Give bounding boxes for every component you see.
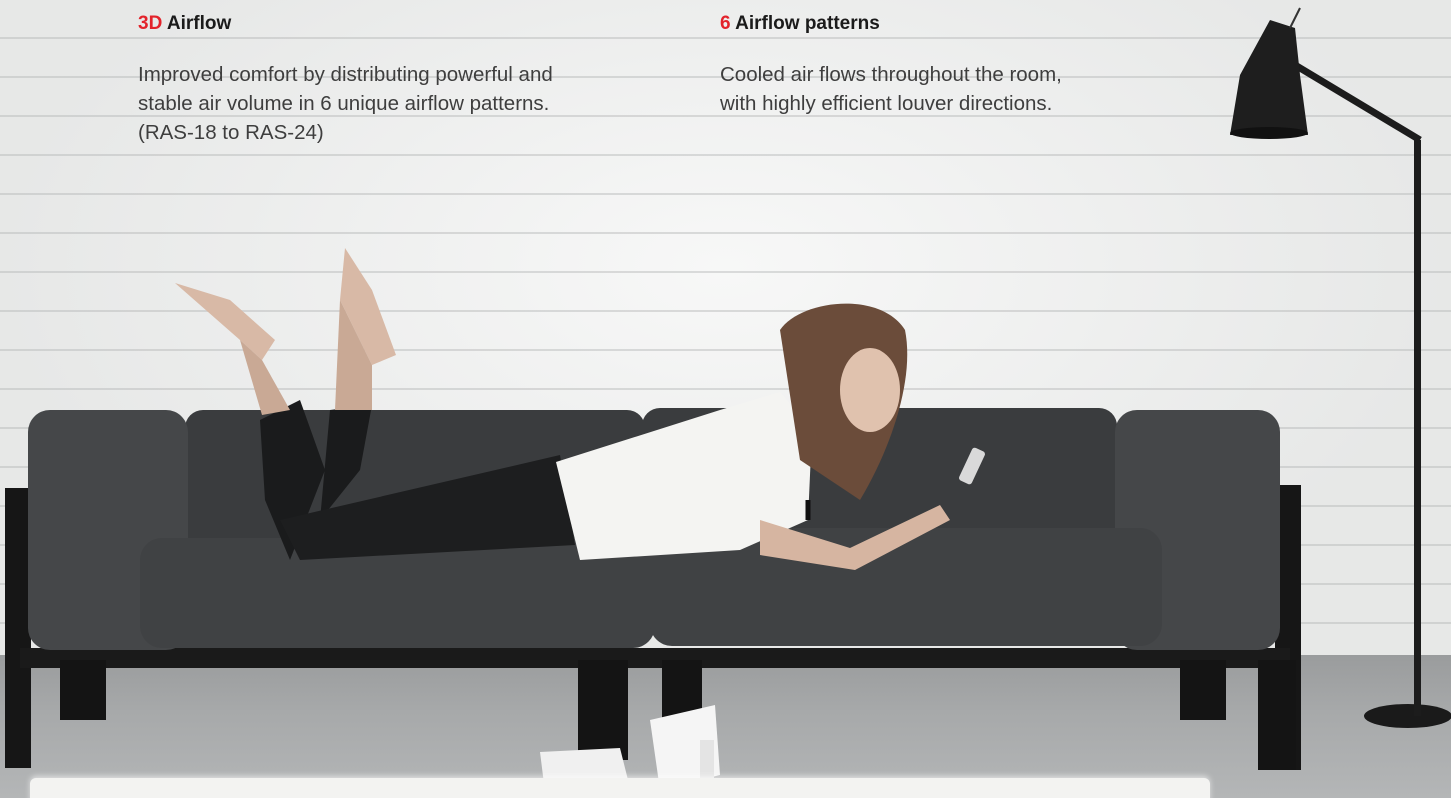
feature-title-text: Airflow patterns: [730, 13, 880, 34]
feature-title-accent: 6: [720, 13, 731, 34]
feature-description-line: Cooled air flows throughout the room,: [720, 63, 1062, 86]
feature-6-airflow-patterns: 6 Airflow patterns Cooled air flows thro…: [720, 12, 1180, 118]
feature-3d-airflow: 3D Airflow Improved comfort by distribut…: [138, 12, 678, 147]
feature-title: 6 Airflow patterns: [720, 12, 1180, 36]
feature-description: Cooled air flows throughout the room, wi…: [720, 60, 1180, 118]
feature-description: Improved comfort by distributing powerfu…: [138, 60, 678, 147]
white-rug: [30, 778, 1210, 798]
feature-description-line: with highly efficient louver directions.: [720, 92, 1053, 115]
feature-title-accent: 3D: [138, 13, 163, 34]
feature-description-line: Improved comfort by distributing powerfu…: [138, 63, 553, 86]
hero-scene: 3D Airflow Improved comfort by distribut…: [0, 0, 1451, 798]
feature-description-line: stable air volume in 6 unique airflow pa…: [138, 92, 550, 115]
feature-title-text: Airflow: [162, 13, 232, 34]
feature-description-line: (RAS-18 to RAS-24): [138, 121, 324, 144]
feature-title: 3D Airflow: [138, 12, 678, 36]
